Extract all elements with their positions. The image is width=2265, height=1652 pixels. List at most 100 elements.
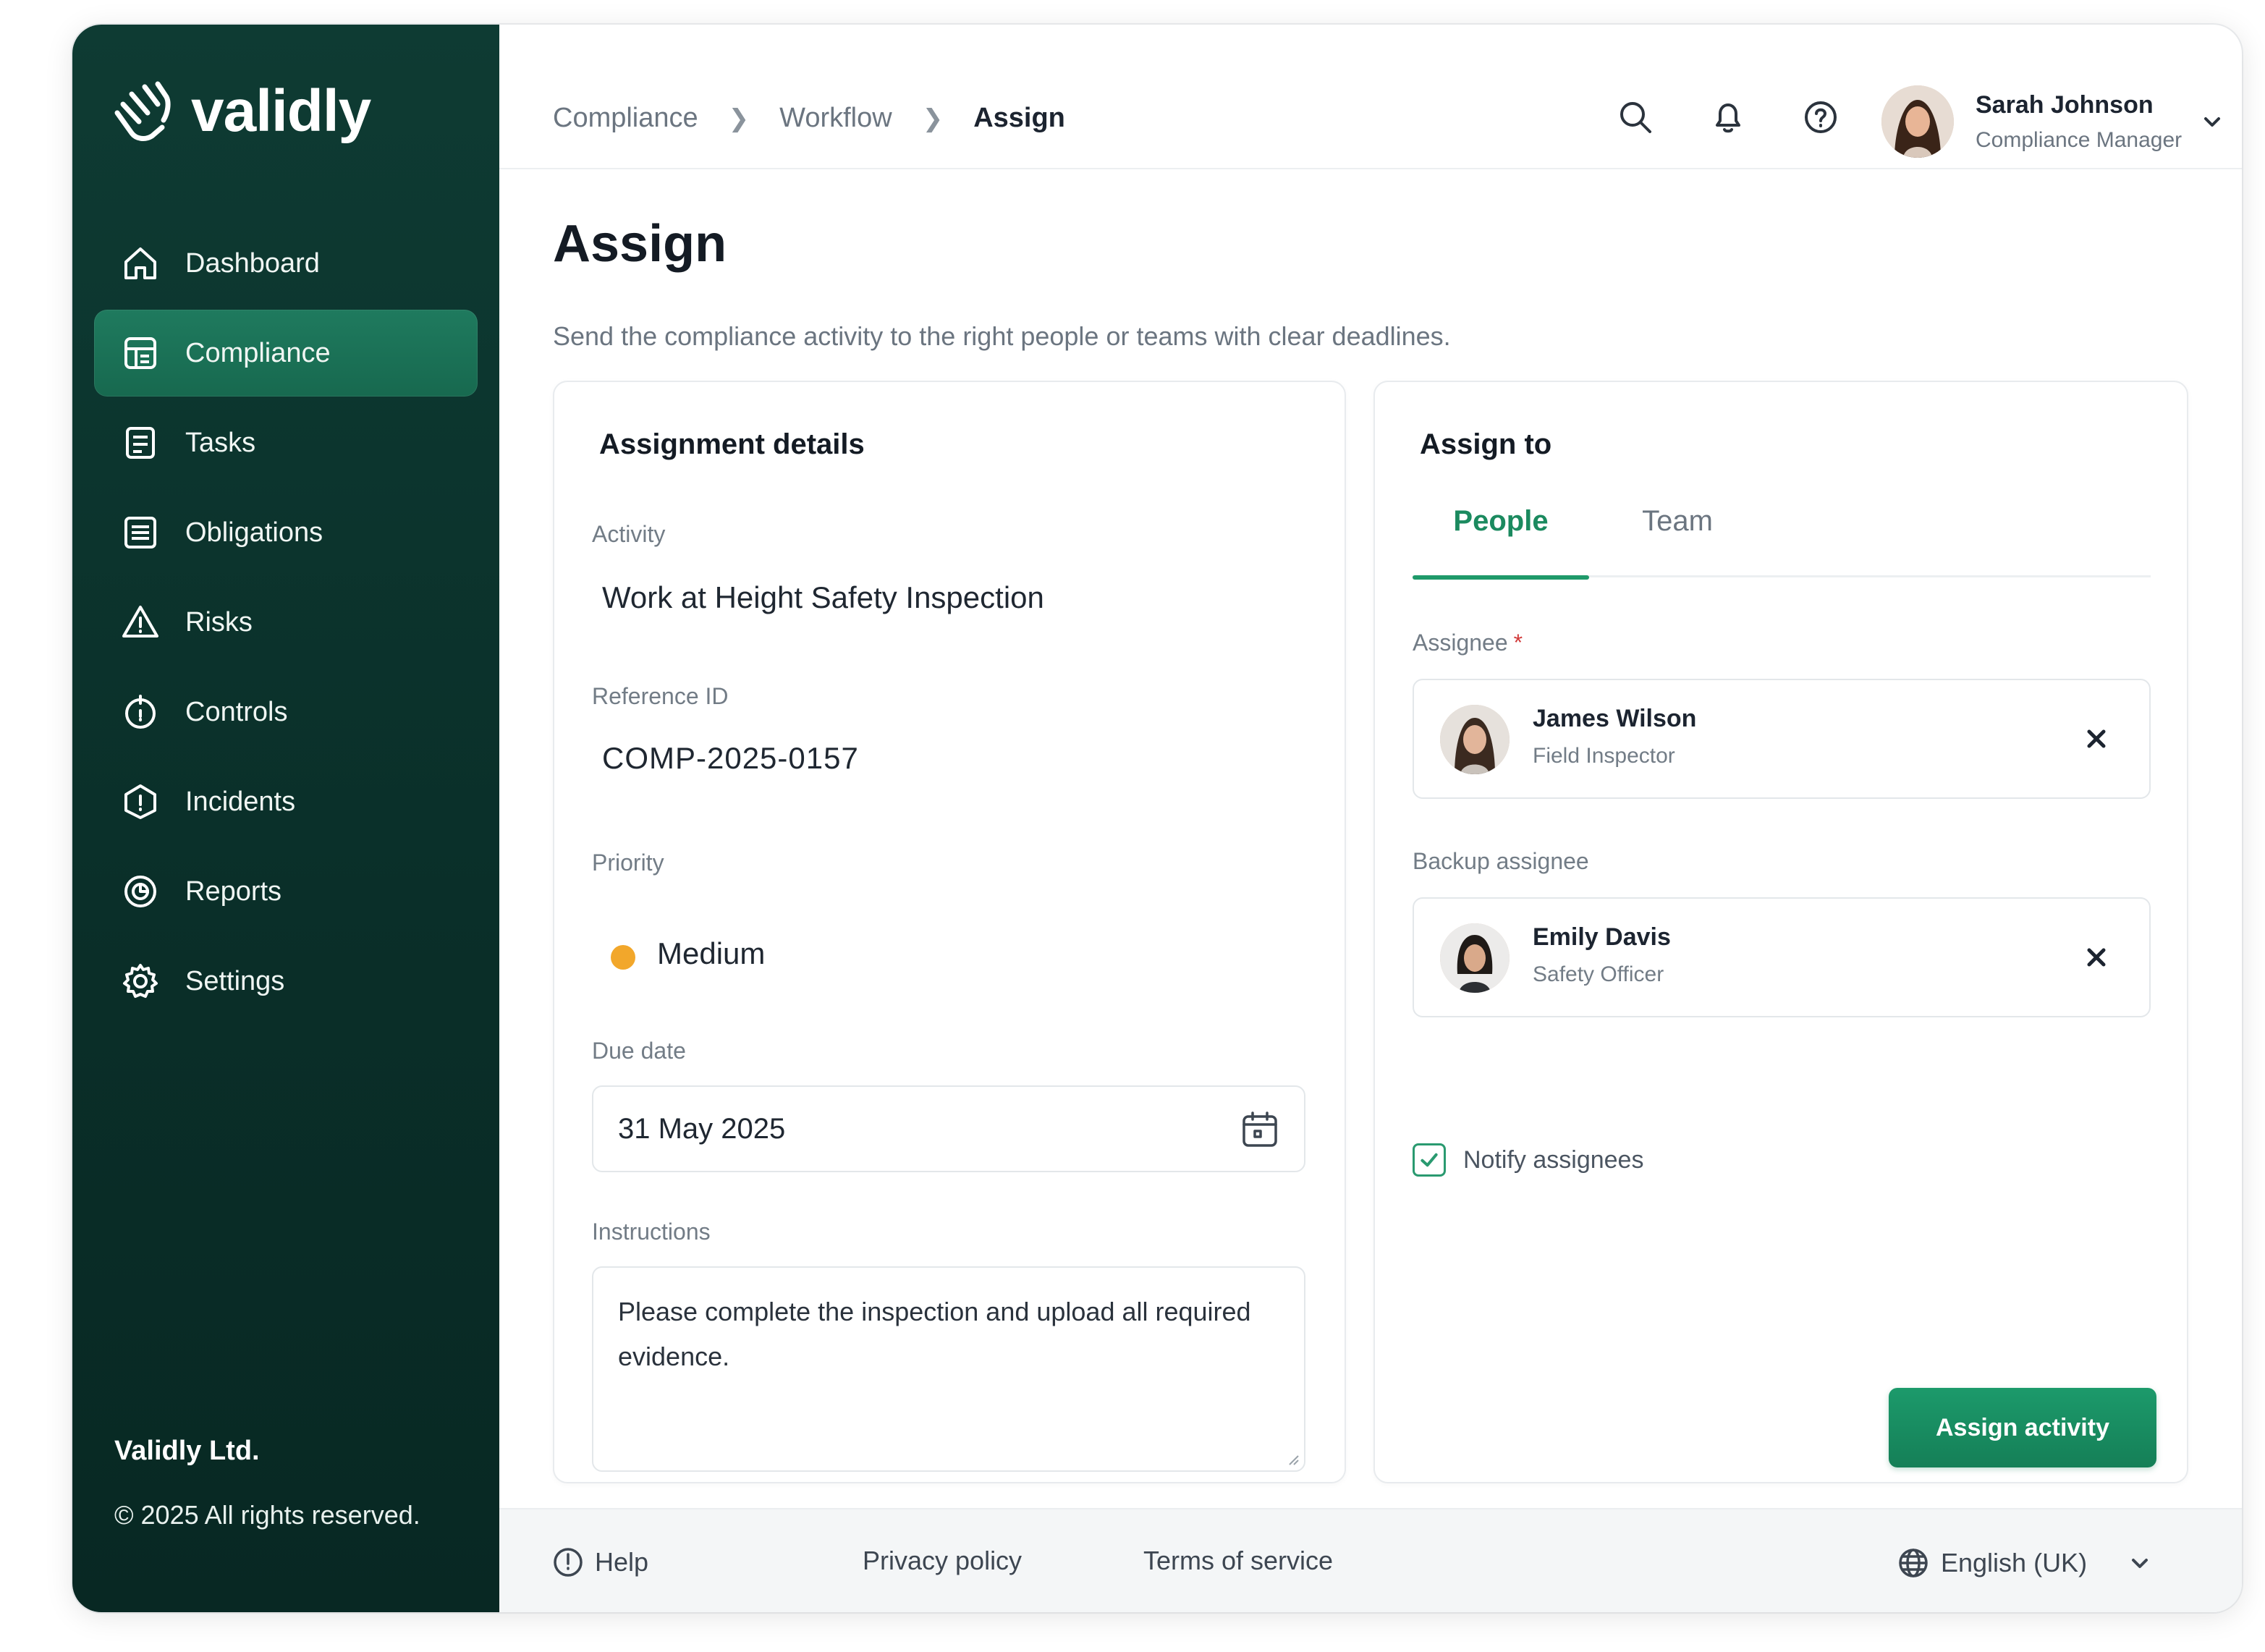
instructions-textarea[interactable]: Please complete the inspection and uploa… <box>592 1266 1305 1472</box>
priority-label: Priority <box>592 850 664 876</box>
sidebar-item-incidents[interactable]: Incidents <box>94 758 478 845</box>
language-selector[interactable]: English (UK) <box>1896 1546 2152 1580</box>
sidebar-item-obligations[interactable]: Obligations <box>94 489 478 576</box>
sidebar-nav: Dashboard Compliance Tasks Obligations R… <box>94 220 478 1028</box>
sidebar-item-label: Tasks <box>185 427 256 458</box>
help-circle-icon[interactable] <box>1799 96 1842 139</box>
avatar <box>1440 705 1510 774</box>
assign-tabs: People Team <box>1413 502 2151 580</box>
sidebar-item-dashboard[interactable]: Dashboard <box>94 220 478 307</box>
globe-icon <box>1899 1549 1928 1577</box>
assignment-details-card: Assignment details Activity Work at Heig… <box>553 381 1346 1483</box>
sidebar-footer: Validly Ltd. © 2025 All rights reserved. <box>114 1436 420 1530</box>
priority-value: Medium <box>657 936 766 970</box>
assign-activity-button[interactable]: Assign activity <box>1889 1388 2156 1467</box>
obligations-icon <box>119 511 162 554</box>
help-label: Help <box>595 1547 649 1577</box>
company-name: Validly Ltd. <box>114 1436 260 1466</box>
breadcrumb: Compliance ❯ Workflow ❯ Assign <box>553 103 1065 134</box>
home-icon <box>119 242 162 285</box>
gear-icon <box>119 960 162 1003</box>
assignee-label: Assignee * <box>1413 630 1523 656</box>
breadcrumb-compliance[interactable]: Compliance <box>553 103 698 134</box>
notify-assignees-checkbox[interactable]: Notify assignees <box>1413 1143 1643 1177</box>
breadcrumb-current: Assign <box>973 103 1065 133</box>
sidebar-item-label: Settings <box>185 965 285 996</box>
reference-id-label: Reference ID <box>592 683 729 709</box>
sidebar-item-label: Obligations <box>185 517 323 548</box>
backup-assignee-role: Safety Officer <box>1533 962 1664 986</box>
resize-handle-icon[interactable] <box>1284 1450 1300 1466</box>
language-value: English (UK) <box>1941 1548 2088 1577</box>
terms-of-service-link[interactable]: Terms of service <box>1143 1546 1333 1576</box>
compliance-icon <box>119 331 162 375</box>
page-title: Assign <box>553 215 727 273</box>
logo-hand-icon <box>114 81 171 141</box>
sidebar-item-label: Dashboard <box>185 247 320 279</box>
topbar: Compliance ❯ Workflow ❯ Assign Sarah Joh… <box>499 25 2242 169</box>
sidebar-item-settings[interactable]: Settings <box>94 938 478 1025</box>
reports-icon <box>119 870 162 913</box>
notify-assignees-label: Notify assignees <box>1463 1145 1644 1174</box>
sidebar-item-risks[interactable]: Risks <box>94 579 478 666</box>
sidebar-item-label: Risks <box>185 606 253 637</box>
chevron-down-icon <box>2204 117 2221 127</box>
bell-icon[interactable] <box>1706 96 1750 139</box>
user-role: Compliance Manager <box>1976 127 2183 152</box>
page-subtitle: Send the compliance activity to the righ… <box>553 321 1451 351</box>
topbar-actions <box>1614 96 1892 139</box>
assign-to-card: Assign to People Team Assignee * James Wi… <box>1373 381 2188 1483</box>
backup-assignee-chip[interactable]: Emily Davis Safety Officer <box>1413 897 2151 1017</box>
sidebar-item-label: Controls <box>185 696 288 727</box>
sidebar-item-label: Reports <box>185 876 282 907</box>
sidebar-item-compliance[interactable]: Compliance <box>94 310 478 397</box>
sidebar-item-tasks[interactable]: Tasks <box>94 399 478 486</box>
chevron-right-icon: ❯ <box>922 104 944 132</box>
assignee-role: Field Inspector <box>1533 744 1675 768</box>
priority-dot-icon <box>611 945 635 970</box>
due-date-label: Due date <box>592 1038 686 1064</box>
checkmark-icon <box>1421 1153 1438 1167</box>
required-marker: * <box>1513 630 1523 656</box>
user-menu[interactable]: Sarah Johnson Compliance Manager <box>1881 85 2225 158</box>
app-window: validly Dashboard Compliance Tasks Oblig… <box>72 25 2242 1612</box>
copyright-text: © 2025 All rights reserved. <box>114 1500 420 1530</box>
chevron-down-icon <box>2132 1559 2148 1568</box>
due-date-field[interactable]: 31 May 2025 <box>592 1085 1305 1172</box>
sidebar-item-label: Incidents <box>185 786 296 817</box>
tasks-icon <box>119 421 162 465</box>
page-footer: Help Privacy policy Terms of service Eng… <box>499 1508 2242 1612</box>
chevron-right-icon: ❯ <box>728 104 750 132</box>
activity-label: Activity <box>592 521 666 547</box>
help-link[interactable]: Help <box>551 1546 648 1579</box>
breadcrumb-workflow[interactable]: Workflow <box>779 103 892 134</box>
assignee-name: James Wilson <box>1533 705 1697 732</box>
help-circle-icon <box>554 1548 583 1577</box>
checkbox[interactable] <box>1413 1143 1446 1177</box>
warning-triangle-icon <box>119 601 162 644</box>
incident-icon <box>119 780 162 823</box>
activity-value: Work at Height Safety Inspection <box>602 580 1044 614</box>
avatar <box>1440 923 1510 993</box>
backup-assignee-name: Emily Davis <box>1533 923 1671 951</box>
due-date-value: 31 May 2025 <box>618 1112 786 1145</box>
remove-backup-close-icon[interactable] <box>2078 939 2114 975</box>
remove-assignee-close-icon[interactable] <box>2078 721 2114 757</box>
tab-people[interactable]: People <box>1413 502 1589 580</box>
card-title: Assign to <box>1420 428 1552 460</box>
sidebar-item-reports[interactable]: Reports <box>94 848 478 935</box>
sidebar-item-controls[interactable]: Controls <box>94 669 478 755</box>
shield-icon <box>119 690 162 734</box>
search-icon[interactable] <box>1614 96 1657 139</box>
instructions-label: Instructions <box>592 1219 711 1245</box>
assignee-chip[interactable]: James Wilson Field Inspector <box>1413 679 2151 799</box>
avatar <box>1881 85 1954 158</box>
backup-assignee-label: Backup assignee <box>1413 848 1589 874</box>
sidebar: validly Dashboard Compliance Tasks Oblig… <box>72 25 499 1612</box>
brand-logo[interactable]: validly <box>107 68 371 155</box>
tab-team[interactable]: Team <box>1589 502 1766 577</box>
card-title: Assignment details <box>599 428 865 460</box>
calendar-icon[interactable] <box>1239 1109 1281 1151</box>
privacy-policy-link[interactable]: Privacy policy <box>863 1546 1022 1576</box>
reference-id-value: COMP-2025-0157 <box>602 741 859 775</box>
